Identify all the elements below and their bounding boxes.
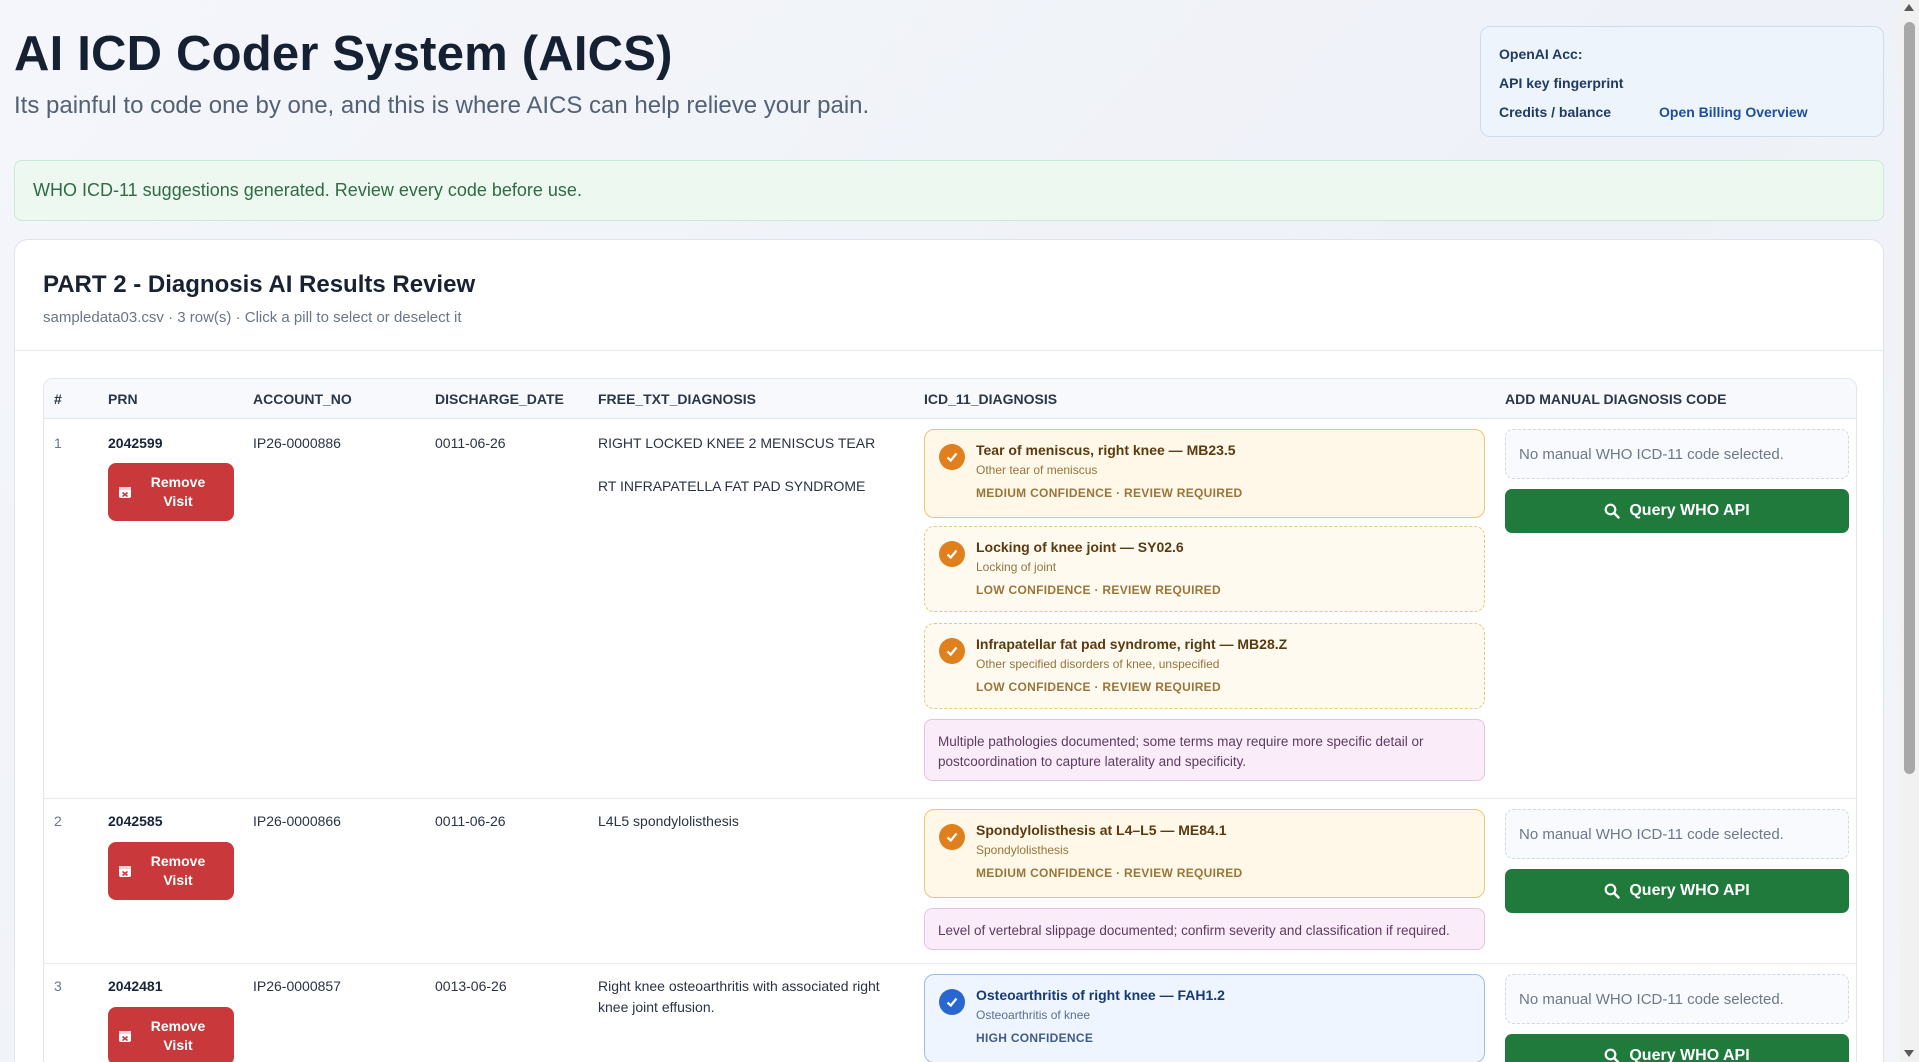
manual-code-field[interactable]: No manual WHO ICD-11 code selected. [1505, 429, 1849, 479]
remove-visit-button[interactable]: Remove Visit [108, 463, 234, 521]
manual-code-field[interactable]: No manual WHO ICD-11 code selected. [1505, 809, 1849, 859]
section-meta: sampledata03.csv · 3 row(s) · Click a pi… [43, 309, 462, 326]
account-no-value: IP26-0000886 [253, 435, 341, 451]
coding-note: Multiple pathologies documented; some te… [924, 719, 1485, 781]
column-header-prn: PRN [108, 391, 138, 407]
suggestion-confidence: HIGH CONFIDENCE [976, 1031, 1094, 1045]
free-text-diagnosis: L4L5 spondylolisthesis [598, 811, 908, 832]
icd-suggestion-pill[interactable]: Infrapatellar fat pad syndrome, right — … [924, 623, 1485, 709]
column-header-icd11-diagnosis: ICD_11_DIAGNOSIS [924, 391, 1058, 407]
suggestion-confidence: MEDIUM CONFIDENCE · REVIEW REQUIRED [976, 866, 1243, 880]
search-icon [1604, 1048, 1620, 1062]
discharge-date-value: 0013-06-26 [435, 978, 507, 994]
table-row: 3 2042481 Remove Visit IP26-0000857 0013-… [44, 964, 1856, 1062]
column-header-number: # [54, 391, 62, 407]
app-title: AI ICD Coder System (AICS) [14, 27, 673, 81]
free-text-line: L4L5 spondylolisthesis [598, 813, 739, 829]
table-row: 1 2042599 Remove Visit IP26-0000886 0011-… [44, 419, 1856, 799]
free-text-diagnosis: Right knee osteoarthritis with associate… [598, 976, 908, 1018]
results-review-card: PART 2 - Diagnosis AI Results Review sam… [14, 239, 1884, 1062]
suggestion-subtitle: Other tear of meniscus [976, 463, 1098, 477]
section-title: PART 2 - Diagnosis AI Results Review [43, 271, 476, 298]
account-panel: OpenAI Acc: API key fingerprint Credits … [1480, 26, 1884, 137]
remove-visit-label-1: Remove [150, 1018, 206, 1034]
icd-suggestion-pill[interactable]: Tear of meniscus, right knee — MB23.5 Ot… [924, 429, 1485, 518]
remove-visit-label-1: Remove [150, 474, 206, 490]
calendar-x-icon [119, 487, 131, 498]
remove-visit-label-2: Visit [163, 872, 193, 888]
free-text-line: RIGHT LOCKED KNEE 2 MENISCUS TEAR [598, 435, 876, 451]
suggestion-title: Osteoarthritis of right knee — FAH1.2 [976, 987, 1225, 1003]
check-icon [939, 444, 965, 470]
success-banner: WHO ICD-11 suggestions generated. Review… [14, 160, 1884, 221]
check-icon [939, 541, 965, 567]
suggestion-subtitle: Locking of joint [976, 560, 1057, 574]
results-table: # PRN ACCOUNT_NO DISCHARGE_DATE FREE_TXT… [43, 378, 1857, 1062]
query-who-api-label: Query WHO API [1629, 882, 1750, 899]
remove-visit-label-2: Visit [163, 493, 193, 509]
card-header: PART 2 - Diagnosis AI Results Review sam… [15, 240, 1883, 351]
remove-visit-label-1: Remove [150, 853, 206, 869]
row-number: 3 [54, 978, 62, 994]
suggestion-subtitle: Other specified disorders of knee, unspe… [976, 657, 1220, 671]
check-icon [939, 989, 965, 1015]
column-header-manual-code: ADD MANUAL DIAGNOSIS CODE [1505, 391, 1727, 407]
search-icon [1604, 883, 1621, 899]
table-row: 2 2042585 Remove Visit IP26-0000866 0011-… [44, 799, 1856, 964]
suggestion-title: Locking of knee joint — SY02.6 [976, 539, 1184, 555]
check-icon [939, 824, 965, 850]
table-header: # PRN ACCOUNT_NO DISCHARGE_DATE FREE_TXT… [44, 379, 1856, 419]
suggestion-confidence: LOW CONFIDENCE · REVIEW REQUIRED [976, 583, 1221, 597]
prn-value: 2042585 [108, 813, 163, 829]
page-scrollbar[interactable] [1900, 0, 1919, 1062]
prn-value: 2042481 [108, 978, 163, 994]
column-header-discharge-date: DISCHARGE_DATE [435, 391, 564, 407]
suggestion-subtitle: Osteoarthritis of knee [976, 1008, 1091, 1022]
check-icon [939, 638, 965, 664]
row-number: 2 [54, 813, 62, 829]
suggestion-title: Tear of meniscus, right knee — MB23.5 [976, 442, 1236, 458]
scroll-up-arrow-icon[interactable] [1904, 4, 1914, 11]
discharge-date-value: 0011-06-26 [435, 435, 506, 451]
app-subtitle: Its painful to code one by one, and this… [14, 92, 870, 119]
row-number: 1 [54, 435, 62, 451]
free-text-line: RT INFRAPATELLA FAT PAD SYNDROME [598, 478, 866, 494]
remove-visit-button[interactable]: Remove Visit [108, 842, 234, 900]
query-who-api-label: Query WHO API [1629, 1047, 1750, 1062]
query-who-api-label: Query WHO API [1629, 502, 1750, 519]
calendar-x-icon [119, 866, 131, 877]
free-text-diagnosis: RIGHT LOCKED KNEE 2 MENISCUS TEAR RT INF… [598, 433, 908, 497]
free-text-line: Right knee osteoarthritis with associate… [598, 978, 880, 1015]
prn-value: 2042599 [108, 435, 163, 451]
billing-overview-link[interactable]: Open Billing Overview [1659, 104, 1808, 120]
suggestion-title: Infrapatellar fat pad syndrome, right — … [976, 636, 1288, 652]
remove-visit-label-2: Visit [163, 1037, 193, 1053]
account-no-value: IP26-0000857 [253, 978, 341, 994]
api-key-fingerprint-label: API key fingerprint [1499, 75, 1624, 91]
icd-suggestion-pill[interactable]: Spondylolisthesis at L4–L5 — ME84.1 Spon… [924, 809, 1485, 898]
column-header-free-text-diagnosis: FREE_TXT_DIAGNOSIS [598, 391, 756, 407]
query-who-api-button[interactable]: Query WHO API [1505, 1034, 1849, 1062]
suggestion-title: Spondylolisthesis at L4–L5 — ME84.1 [976, 822, 1227, 838]
suggestion-confidence: MEDIUM CONFIDENCE · REVIEW REQUIRED [976, 486, 1243, 500]
credits-balance-label: Credits / balance [1499, 104, 1612, 120]
suggestion-subtitle: Spondylolisthesis [976, 843, 1069, 857]
calendar-x-icon [119, 1031, 131, 1042]
query-who-api-button[interactable]: Query WHO API [1505, 489, 1849, 533]
discharge-date-value: 0011-06-26 [435, 813, 506, 829]
icd-suggestion-pill[interactable]: Locking of knee joint — SY02.6 Locking o… [924, 526, 1485, 612]
scroll-thumb[interactable] [1904, 22, 1915, 774]
scroll-down-arrow-icon[interactable] [1904, 1050, 1914, 1057]
coding-note: Level of vertebral slippage documented; … [924, 908, 1485, 950]
openai-account-label: OpenAI Acc: [1499, 46, 1583, 62]
suggestion-confidence: LOW CONFIDENCE · REVIEW REQUIRED [976, 680, 1221, 694]
manual-code-field[interactable]: No manual WHO ICD-11 code selected. [1505, 974, 1849, 1024]
query-who-api-button[interactable]: Query WHO API [1505, 869, 1849, 913]
success-message: WHO ICD-11 suggestions generated. Review… [33, 180, 582, 200]
account-no-value: IP26-0000866 [253, 813, 341, 829]
icd-suggestion-pill[interactable]: Osteoarthritis of right knee — FAH1.2 Os… [924, 974, 1485, 1062]
column-header-account-no: ACCOUNT_NO [253, 391, 352, 407]
remove-visit-button[interactable]: Remove Visit [108, 1007, 234, 1062]
search-icon [1604, 503, 1621, 519]
